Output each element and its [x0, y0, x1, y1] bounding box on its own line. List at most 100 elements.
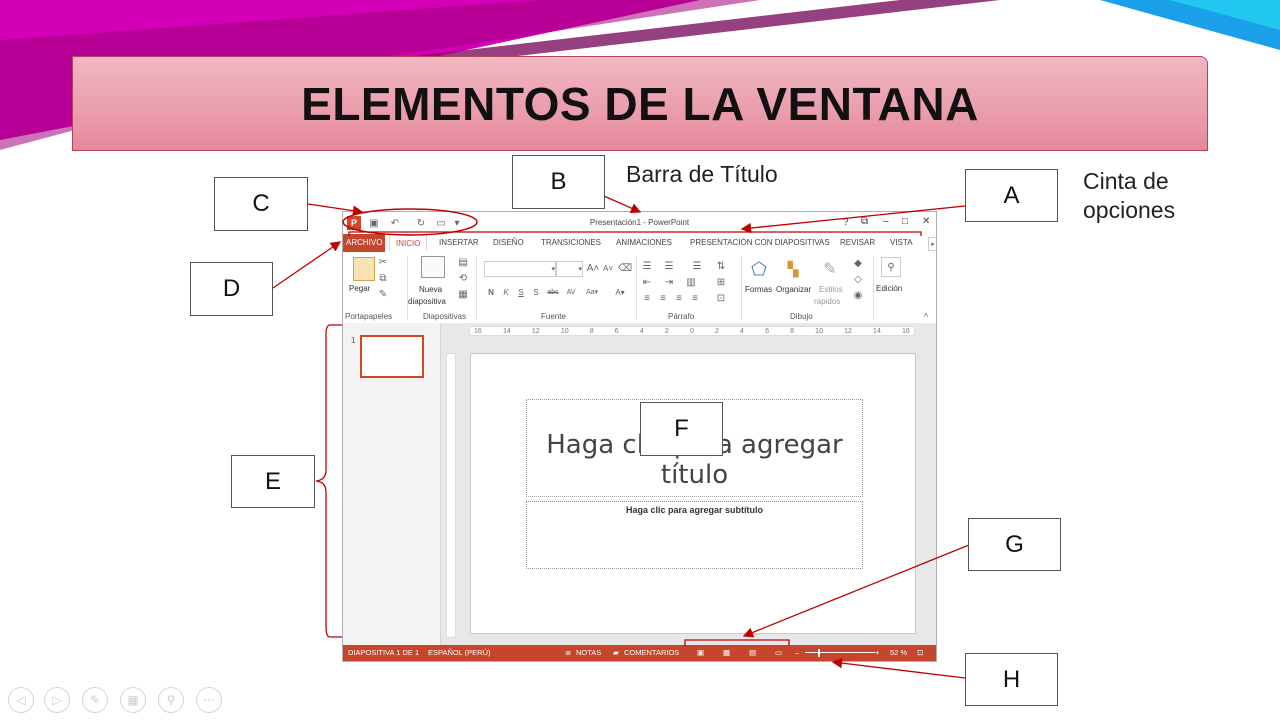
ruler-mark: 6: [765, 327, 769, 335]
change-case-icon[interactable]: Aa▾: [583, 286, 601, 298]
normal-view-icon[interactable]: ▣: [697, 645, 704, 661]
tab-archivo[interactable]: ARCHIVO: [343, 234, 386, 252]
pen-icon[interactable]: ✎: [82, 687, 108, 713]
copy-icon[interactable]: ⧉: [377, 272, 389, 284]
italic-icon[interactable]: K: [501, 286, 511, 298]
nueva-label-1[interactable]: Nueva: [419, 285, 442, 294]
collapse-ribbon-icon[interactable]: ˄: [921, 310, 931, 320]
new-slide-icon[interactable]: [421, 256, 445, 278]
minimize-button[interactable]: –: [883, 216, 889, 227]
reading-view-icon[interactable]: ▤: [749, 645, 756, 661]
columns-icon[interactable]: ▥: [685, 276, 697, 288]
paste-icon[interactable]: [353, 257, 375, 281]
ruler-mark: 14: [502, 327, 511, 335]
separator: [636, 256, 637, 320]
slide-sorter-icon[interactable]: ▦: [723, 645, 730, 661]
notes-icon[interactable]: ≣: [565, 645, 571, 661]
comments-icon[interactable]: ▰: [613, 645, 619, 661]
zoom-icon[interactable]: ⚲: [158, 687, 184, 713]
formas-label[interactable]: Formas: [745, 285, 772, 294]
font-size-dropdown[interactable]: ▾: [556, 261, 583, 277]
edicion-label[interactable]: Edición: [876, 284, 902, 293]
comments-button[interactable]: COMENTARIOS: [624, 645, 679, 661]
bullets-icon[interactable]: ☰: [641, 260, 653, 272]
shadow-icon[interactable]: S: [531, 286, 541, 298]
shape-outline-icon[interactable]: ◇: [851, 273, 865, 285]
tab-inicio[interactable]: INICIO: [389, 234, 428, 251]
label-box-b: B: [512, 155, 605, 209]
align-left-icon[interactable]: ≡: [641, 292, 653, 304]
language[interactable]: ESPAÑOL (PERÚ): [428, 645, 491, 661]
find-binoculars-icon[interactable]: ⚲: [881, 257, 901, 277]
pegar-label[interactable]: Pegar: [349, 284, 370, 293]
ruler-mark: 2: [664, 327, 669, 335]
title-bar: P ▣ ↶ ↻ ▭ ▾ Presentación1 - PowerPoint ?…: [343, 212, 936, 234]
grow-font-icon[interactable]: A˄: [586, 261, 600, 275]
section-icon[interactable]: ▦: [457, 288, 469, 300]
zoom-slider-thumb[interactable]: [818, 649, 820, 657]
tab-insertar[interactable]: INSERTAR: [439, 234, 479, 252]
subtitle-placeholder[interactable]: Haga clic para agregar subtítulo: [526, 501, 863, 569]
justify-icon[interactable]: ≡: [689, 292, 701, 304]
ribbon-options-button[interactable]: ⧉: [861, 216, 868, 227]
zoom-in-icon[interactable]: +: [875, 645, 879, 661]
line-spacing-icon[interactable]: ☰: [691, 260, 703, 272]
shape-effects-icon[interactable]: ◉: [851, 289, 865, 301]
slide-thumbnail[interactable]: [360, 335, 424, 378]
bold-icon[interactable]: N: [486, 286, 496, 298]
tab-animaciones[interactable]: ANIMACIONES: [616, 234, 672, 252]
group-fuente: Fuente: [541, 312, 566, 321]
align-text-icon[interactable]: ⊞: [715, 276, 727, 288]
estilos-label-1[interactable]: Estilos: [819, 285, 843, 294]
slide-thumbnails-pane: 1: [343, 323, 441, 647]
tab-diseno[interactable]: DISEÑO: [493, 234, 524, 252]
shapes-icon[interactable]: ⬠: [749, 258, 769, 280]
align-center-icon[interactable]: ≡: [657, 292, 669, 304]
tab-transiciones[interactable]: TRANSICIONES: [541, 234, 601, 252]
close-button[interactable]: ✕: [922, 216, 930, 227]
tab-presentacion[interactable]: PRESENTACIÓN CON DIAPOSITIVAS: [690, 234, 830, 252]
prev-slide-icon[interactable]: ◁: [8, 687, 34, 713]
arrange-icon[interactable]: ▚: [783, 258, 803, 280]
see-all-slides-icon[interactable]: ▦: [120, 687, 146, 713]
label-box-c: C: [214, 177, 308, 231]
zoom-out-icon[interactable]: –: [795, 645, 799, 661]
increase-indent-icon[interactable]: ⇥: [663, 276, 675, 288]
ruler-mark: 10: [815, 327, 823, 335]
notes-button[interactable]: NOTAS: [576, 645, 601, 661]
zoom-slider[interactable]: [805, 652, 875, 653]
next-slide-icon[interactable]: ▷: [44, 687, 70, 713]
note-cinta-line2: opciones: [1083, 197, 1176, 223]
help-button[interactable]: ?: [843, 217, 849, 228]
slideshow-view-icon[interactable]: ▭: [775, 645, 782, 661]
layout-icon[interactable]: ▤: [457, 256, 469, 268]
strikethrough-icon[interactable]: abc: [545, 286, 561, 298]
tab-vista[interactable]: VISTA: [890, 234, 913, 252]
format-painter-icon[interactable]: ✎: [377, 288, 389, 300]
maximize-button[interactable]: □: [902, 216, 908, 227]
organizar-label[interactable]: Organizar: [776, 285, 811, 294]
underline-icon[interactable]: S: [516, 286, 526, 298]
nueva-label-2[interactable]: diapositiva: [408, 297, 446, 306]
shrink-font-icon[interactable]: A˅: [601, 261, 615, 275]
reset-icon[interactable]: ⟲: [457, 272, 469, 284]
more-options-icon[interactable]: ⋯: [196, 687, 222, 713]
quick-styles-icon[interactable]: ✎: [820, 258, 840, 280]
clear-format-icon[interactable]: ⌫: [618, 261, 632, 275]
tab-revisar[interactable]: REVISAR: [840, 234, 875, 252]
font-name-dropdown[interactable]: ▾: [484, 261, 556, 277]
zoom-level[interactable]: 52 %: [890, 645, 907, 661]
tabs-scroll-right-icon[interactable]: ▸: [928, 237, 936, 251]
char-spacing-icon[interactable]: AV: [563, 286, 579, 298]
text-direction-icon[interactable]: ⇅: [715, 260, 727, 272]
align-right-icon[interactable]: ≡: [673, 292, 685, 304]
cut-icon[interactable]: ✂: [377, 256, 389, 268]
decrease-indent-icon[interactable]: ⇤: [641, 276, 653, 288]
shape-fill-icon[interactable]: ◆: [851, 257, 865, 269]
numbering-icon[interactable]: ☰: [663, 260, 675, 272]
fit-to-window-icon[interactable]: ⊡: [917, 645, 923, 661]
font-color-icon[interactable]: A▾: [613, 286, 627, 298]
note-cinta-line1: Cinta de: [1083, 168, 1169, 194]
smartart-icon[interactable]: ⊡: [715, 292, 727, 304]
estilos-label-2[interactable]: rápidos: [814, 297, 840, 306]
